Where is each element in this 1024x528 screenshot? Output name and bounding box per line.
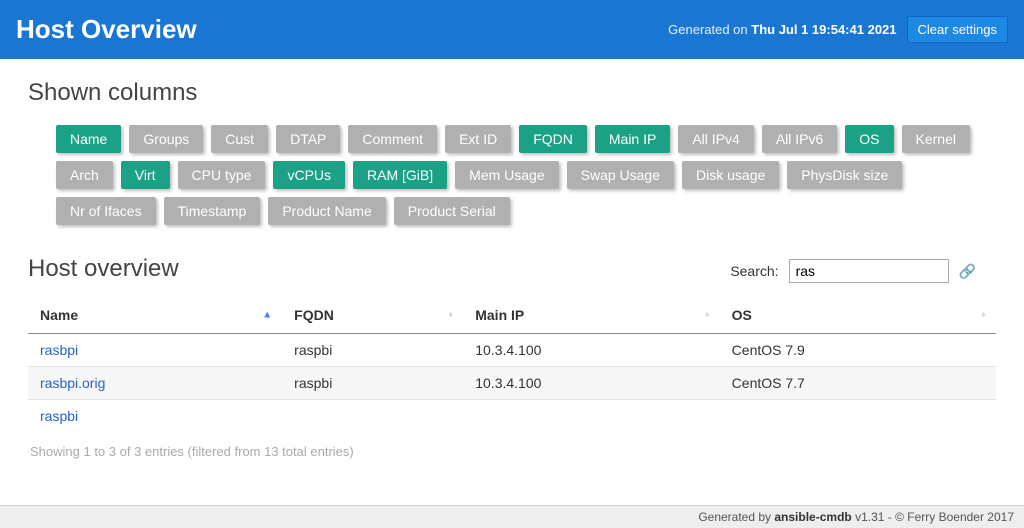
- cell-os: CentOS 7.7: [720, 367, 996, 400]
- cell-fqdn: raspbi: [282, 367, 463, 400]
- host-link[interactable]: rasbpi: [40, 342, 78, 358]
- overview-header-row: Host overview Search: 🔗: [28, 255, 996, 283]
- column-tag-all-ipv6[interactable]: All IPv6: [762, 125, 837, 153]
- column-tag-product-serial[interactable]: Product Serial: [394, 197, 510, 225]
- col-header-main-ip[interactable]: Main IP♦: [463, 297, 719, 334]
- column-tag-product-name[interactable]: Product Name: [268, 197, 385, 225]
- cell-ip: 10.3.4.100: [463, 334, 719, 367]
- col-header-fqdn[interactable]: FQDN♦: [282, 297, 463, 334]
- host-link[interactable]: rasbpi.orig: [40, 375, 105, 391]
- cell-os: [720, 400, 996, 433]
- table-info: Showing 1 to 3 of 3 entries (filtered fr…: [28, 432, 996, 465]
- col-header-os[interactable]: OS♦: [720, 297, 996, 334]
- footer-app-name: ansible-cmdb: [774, 510, 851, 524]
- footer: Generated by ansible-cmdb v1.31 - © Ferr…: [0, 505, 1024, 528]
- search-input[interactable]: [789, 259, 949, 283]
- column-tag-physdisk-size[interactable]: PhysDisk size: [787, 161, 902, 189]
- column-tag-ext-id[interactable]: Ext ID: [445, 125, 511, 153]
- column-tag-main-ip[interactable]: Main IP: [595, 125, 670, 153]
- column-tag-os[interactable]: OS: [845, 125, 893, 153]
- cell-fqdn: raspbi: [282, 334, 463, 367]
- column-tag-swap-usage[interactable]: Swap Usage: [567, 161, 674, 189]
- table-row: rasbpi.orig raspbi10.3.4.100CentOS 7.7: [28, 367, 996, 400]
- cell-fqdn: [282, 400, 463, 433]
- search-wrap: Search: 🔗: [730, 259, 996, 283]
- column-tag-comment[interactable]: Comment: [348, 125, 437, 153]
- column-tag-name[interactable]: Name: [56, 125, 121, 153]
- column-tag-cpu-type[interactable]: CPU type: [178, 161, 266, 189]
- column-tag-arch[interactable]: Arch: [56, 161, 113, 189]
- generated-text: Generated on Thu Jul 1 19:54:41 2021: [668, 22, 896, 37]
- table-header-row: Name▲FQDN♦Main IP♦OS♦: [28, 297, 996, 334]
- shown-columns-title: Shown columns: [28, 79, 996, 107]
- column-tag-fqdn[interactable]: FQDN: [519, 125, 587, 153]
- column-tag-dtap[interactable]: DTAP: [276, 125, 340, 153]
- hosts-table: Name▲FQDN♦Main IP♦OS♦ rasbpiraspbi10.3.4…: [28, 297, 996, 432]
- sort-icon: ▲: [262, 310, 272, 321]
- search-label: Search:: [730, 263, 778, 279]
- column-tag-mem-usage[interactable]: Mem Usage: [455, 161, 558, 189]
- cell-ip: [463, 400, 719, 433]
- col-header-name[interactable]: Name▲: [28, 297, 282, 334]
- column-tag-cust[interactable]: Cust: [211, 125, 268, 153]
- column-tag-disk-usage[interactable]: Disk usage: [682, 161, 779, 189]
- column-tag-ram-gib-[interactable]: RAM [GiB]: [353, 161, 447, 189]
- permalink-icon[interactable]: 🔗: [959, 263, 976, 280]
- top-header: Host Overview Generated on Thu Jul 1 19:…: [0, 0, 1024, 59]
- sort-icon: ♦: [981, 310, 986, 321]
- table-row: rasbpi raspbi10.3.4.100CentOS 7.9: [28, 334, 996, 367]
- shown-columns-list: Name Groups Cust DTAP Comment Ext ID FQDN Main …: [28, 125, 996, 225]
- column-tag-kernel[interactable]: Kernel: [902, 125, 970, 153]
- sort-icon: ♦: [705, 310, 710, 321]
- overview-title: Host overview: [28, 255, 179, 283]
- column-tag-virt[interactable]: Virt: [121, 161, 170, 189]
- page-title: Host Overview: [16, 14, 197, 45]
- column-tag-nr-of-ifaces[interactable]: Nr of Ifaces: [56, 197, 156, 225]
- clear-settings-button[interactable]: Clear settings: [907, 16, 1008, 43]
- cell-ip: 10.3.4.100: [463, 367, 719, 400]
- table-body: rasbpiraspbi10.3.4.100CentOS 7.9rasbpi.o…: [28, 334, 996, 433]
- column-tag-vcpus[interactable]: vCPUs: [273, 161, 345, 189]
- cell-os: CentOS 7.9: [720, 334, 996, 367]
- sort-icon: ♦: [448, 310, 453, 321]
- column-tag-groups[interactable]: Groups: [129, 125, 203, 153]
- host-link[interactable]: raspbi: [40, 408, 78, 424]
- column-tag-timestamp[interactable]: Timestamp: [164, 197, 261, 225]
- column-tag-all-ipv4[interactable]: All IPv4: [678, 125, 753, 153]
- content: Shown columns Name Groups Cust DTAP Comment E…: [0, 59, 1024, 475]
- header-right: Generated on Thu Jul 1 19:54:41 2021 Cle…: [668, 16, 1008, 43]
- table-row: raspbi: [28, 400, 996, 433]
